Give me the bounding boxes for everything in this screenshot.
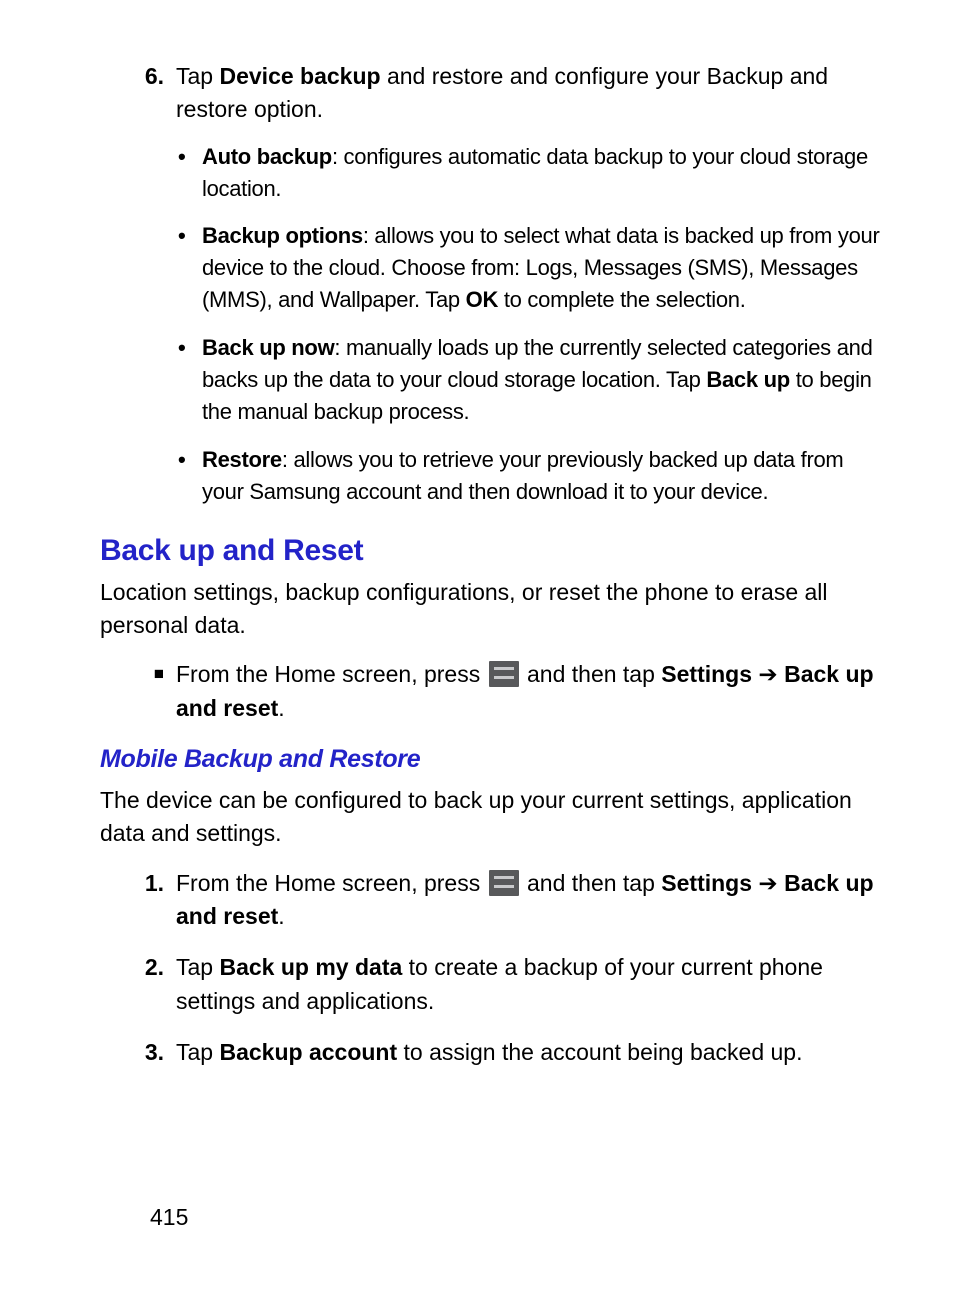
bold-label: Back up now [202, 335, 334, 360]
bold-label: Backup options [202, 223, 363, 248]
page-number: 415 [150, 1204, 188, 1231]
bold-label: Restore [202, 447, 282, 472]
sub-intro: The device can be configured to back up … [100, 784, 884, 851]
text: . [278, 695, 284, 721]
step-6: 6. Tap Device backup and restore and con… [120, 60, 884, 127]
section-heading: Back up and Reset [100, 534, 884, 568]
square-bullet-icon: ■ [120, 658, 176, 690]
text: Tap [176, 63, 219, 89]
arrow-icon: ➔ [752, 661, 784, 687]
sub-bullet: Auto backup: configures automatic data b… [176, 141, 884, 205]
text: to assign the account being backed up. [397, 1039, 802, 1065]
step-6-number: 6. [120, 60, 176, 92]
text: Tap [176, 1039, 219, 1065]
step-6-text: Tap Device backup and restore and config… [176, 60, 884, 127]
text: . [278, 903, 284, 929]
step-1: 1. From the Home screen, press and then … [120, 867, 884, 934]
bold-label: Device backup [219, 63, 380, 89]
square-step: ■ From the Home screen, press and then t… [120, 658, 884, 725]
subheading: Mobile Backup and Restore [100, 745, 884, 774]
bold-label: Back up my data [219, 954, 402, 980]
bold-label: Backup account [219, 1039, 397, 1065]
step-3-text: Tap Backup account to assign the account… [176, 1036, 884, 1069]
menu-icon [489, 661, 519, 687]
step-2: 2. Tap Back up my data to create a backu… [120, 951, 884, 1018]
text: and then tap [521, 661, 662, 687]
step-number: 3. [120, 1036, 176, 1068]
step-1-text: From the Home screen, press and then tap… [176, 867, 884, 934]
menu-icon [489, 870, 519, 896]
arrow-icon: ➔ [752, 870, 784, 896]
document-page: 6. Tap Device backup and restore and con… [0, 0, 954, 1295]
step-2-text: Tap Back up my data to create a backup o… [176, 951, 884, 1018]
bold-label: Auto backup [202, 144, 332, 169]
square-step-text: From the Home screen, press and then tap… [176, 658, 884, 725]
bold-label: OK [466, 287, 498, 312]
text: From the Home screen, press [176, 661, 487, 687]
sub-bullet: Backup options: allows you to select wha… [176, 220, 884, 316]
text: : allows you to retrieve your previously… [202, 447, 843, 504]
section-intro: Location settings, backup configurations… [100, 576, 884, 643]
bold-label: Back up [706, 367, 789, 392]
text: and then tap [521, 870, 662, 896]
sub-bullet: Back up now: manually loads up the curre… [176, 332, 884, 428]
text: to complete the selection. [498, 287, 746, 312]
text: From the Home screen, press [176, 870, 487, 896]
step-number: 1. [120, 867, 176, 899]
bold-label: Settings [661, 661, 752, 687]
bold-label: Settings [661, 870, 752, 896]
text: Tap [176, 954, 219, 980]
step-number: 2. [120, 951, 176, 983]
sub-bullet: Restore: allows you to retrieve your pre… [176, 444, 884, 508]
step-6-sub-bullets: Auto backup: configures automatic data b… [176, 141, 884, 508]
step-3: 3. Tap Backup account to assign the acco… [120, 1036, 884, 1069]
